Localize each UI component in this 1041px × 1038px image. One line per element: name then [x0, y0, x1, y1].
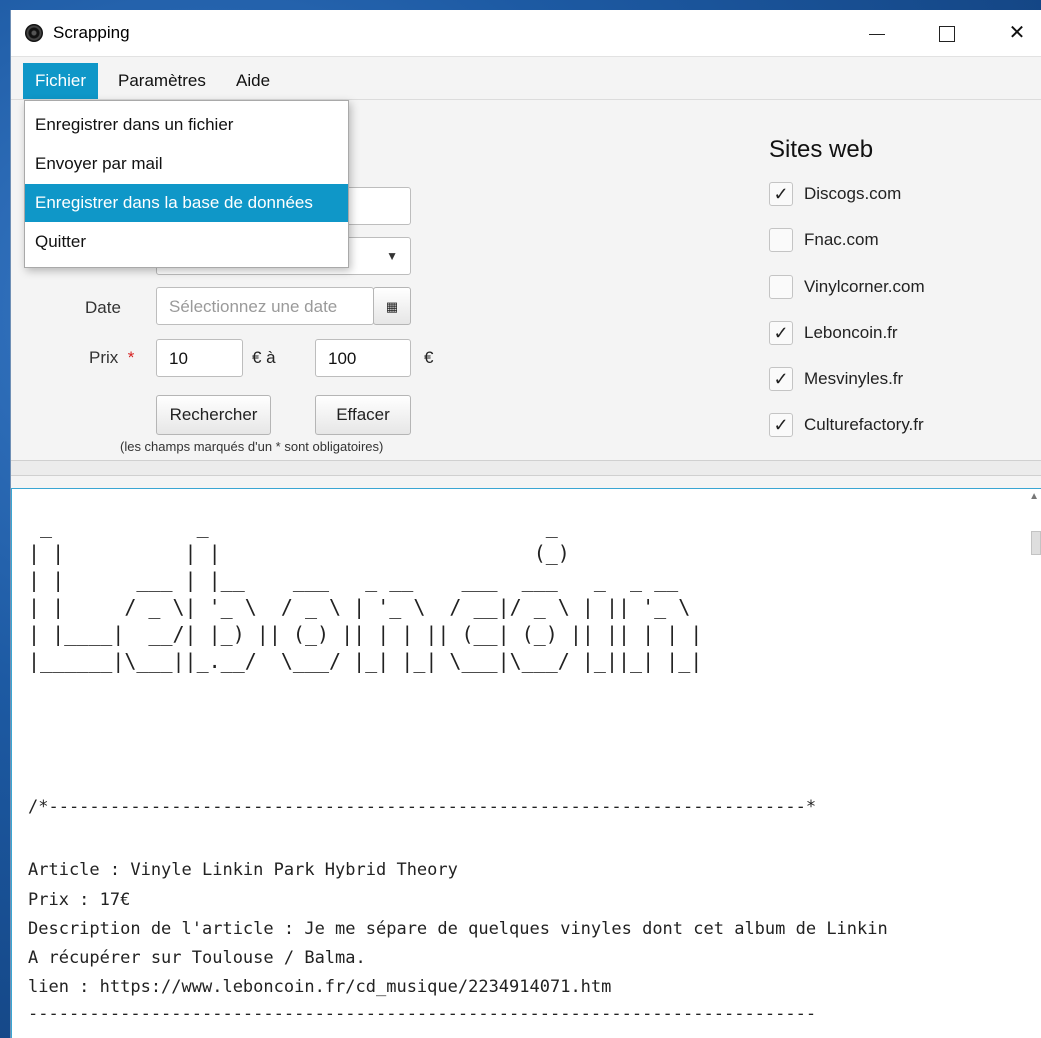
checkbox-unchecked[interactable] — [769, 275, 793, 299]
calendar-icon: ▦ — [385, 299, 399, 314]
required-mark: * — [127, 348, 135, 367]
separator-bottom: ----------------------------------------… — [28, 1004, 817, 1024]
menu-fichier[interactable]: Fichier — [23, 63, 99, 99]
description-line: Description de l'article : Je me sépare … — [28, 919, 888, 939]
pickup-line: A récupérer sur Toulouse / Balma. — [28, 948, 366, 968]
checkbox-unchecked[interactable] — [769, 228, 793, 252]
menu-bar: Fichier Paramètres Aide — [11, 57, 1041, 100]
site-label: Leboncoin.fr — [804, 323, 898, 342]
site-label: Culturefactory.fr — [804, 415, 924, 434]
fichier-dropdown-menu: Enregistrer dans un fichier Envoyer par … — [24, 100, 349, 268]
menu-parametres[interactable]: Paramètres — [106, 63, 218, 99]
price-between-label: € à — [252, 348, 276, 367]
clear-button[interactable]: Effacer — [315, 395, 411, 435]
price-line: Prix : 17€ — [28, 890, 131, 910]
vinyl-record-icon — [25, 24, 43, 42]
maximize-button[interactable] — [924, 10, 970, 56]
chevron-down-icon: ▼ — [386, 249, 398, 263]
close-button[interactable]: ✕ — [994, 10, 1040, 56]
price-max-input[interactable]: 100 — [315, 339, 411, 377]
sites-title: Sites web — [769, 136, 874, 163]
link-line: lien : https://www.leboncoin.fr/cd_musiq… — [28, 977, 612, 997]
price-label-text: Prix — [89, 348, 119, 367]
scroll-up-icon[interactable]: ▲ — [1029, 491, 1039, 502]
search-button[interactable]: Rechercher — [156, 395, 271, 435]
minimize-button[interactable] — [854, 10, 900, 56]
required-hint: (les champs marqués d'un * sont obligato… — [120, 439, 384, 454]
output-text-area[interactable]: _ _ _ | | | | (_) | | ___ | |__ ___ _ __… — [11, 488, 1041, 1038]
site-label: Discogs.com — [804, 184, 902, 203]
date-picker-input[interactable]: Sélectionnez une date — [156, 287, 374, 325]
maximize-icon — [939, 26, 955, 42]
check-icon[interactable]: ✓ — [769, 321, 793, 345]
price-unit-label: € — [424, 348, 434, 367]
price-label: Prix * — [89, 348, 134, 368]
minimize-icon — [869, 34, 885, 35]
check-icon[interactable]: ✓ — [769, 367, 793, 391]
site-label: Mesvinyles.fr — [804, 369, 904, 388]
window-title: Scrapping — [53, 23, 130, 42]
title-bar: Scrapping ✕ — [11, 10, 1041, 57]
menu-send-mail[interactable]: Envoyer par mail — [25, 145, 348, 183]
check-icon[interactable]: ✓ — [769, 413, 793, 437]
menu-save-file[interactable]: Enregistrer dans un fichier — [25, 106, 348, 144]
split-pane-divider[interactable] — [11, 460, 1041, 476]
site-label: Vinylcorner.com — [804, 277, 925, 296]
price-min-input[interactable]: 10 — [156, 339, 243, 377]
menu-quit[interactable]: Quitter — [25, 223, 348, 261]
check-icon[interactable]: ✓ — [769, 182, 793, 206]
app-window: Scrapping ✕ Fichier Paramètres Aide ▼ Da… — [10, 10, 1041, 1038]
menu-save-database[interactable]: Enregistrer dans la base de données — [25, 184, 348, 222]
leboncoin-ascii-banner: _ _ _ | | | | (_) | | ___ | |__ ___ _ __… — [28, 514, 703, 673]
site-label: Fnac.com — [804, 230, 879, 249]
article-line: Article : Vinyle Linkin Park Hybrid Theo… — [28, 860, 458, 880]
date-label: Date — [85, 298, 121, 317]
close-icon: ✕ — [1008, 22, 1026, 44]
calendar-button[interactable]: ▦ — [373, 287, 411, 325]
separator-top: /*--------------------------------------… — [28, 797, 817, 817]
vertical-scrollbar[interactable] — [1031, 531, 1041, 555]
menu-aide[interactable]: Aide — [224, 63, 282, 99]
